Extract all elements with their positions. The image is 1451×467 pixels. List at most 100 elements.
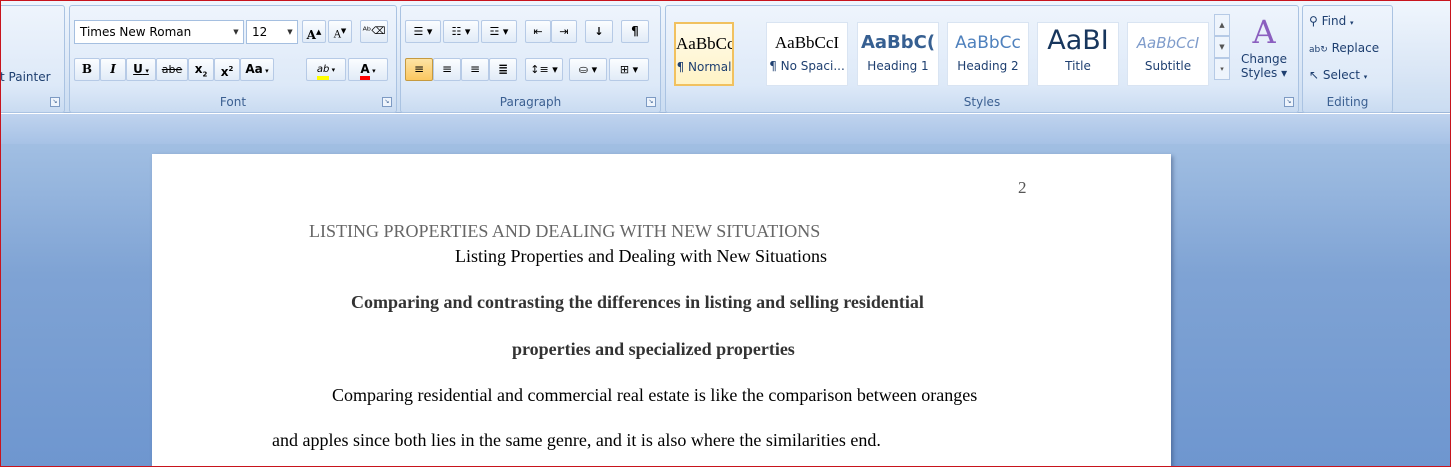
- pilcrow-icon: ¶: [631, 24, 639, 38]
- align-right-icon: ≡: [469, 62, 481, 76]
- highlight-button[interactable]: ab ▾: [306, 58, 346, 81]
- line-spacing-button[interactable]: ↕≡ ▾: [525, 58, 563, 81]
- underline-button[interactable]: U ▾: [126, 58, 156, 81]
- font-size-combo[interactable]: 12 ▼: [246, 20, 298, 44]
- select-button[interactable]: ↖ Select ▾: [1309, 68, 1367, 82]
- strikethrough-button[interactable]: abe: [156, 58, 188, 81]
- clear-formatting-button[interactable]: ᴬᵇ⌫: [360, 20, 388, 43]
- chevron-down-icon[interactable]: ▼: [283, 21, 297, 43]
- align-right-button[interactable]: ≡: [461, 58, 489, 81]
- styles-scroll: ▲ ▼ ▾: [1214, 14, 1230, 82]
- body-paragraph-line-2: and apples since both lies in the same g…: [272, 430, 881, 450]
- style-preview: AaBbCcI: [1136, 34, 1200, 52]
- style-heading-1[interactable]: AaBbC( Heading 1: [857, 22, 939, 86]
- font-color-button[interactable]: A ▾: [348, 58, 388, 81]
- style-preview: AaBbC(: [860, 32, 936, 53]
- font-launcher-icon[interactable]: ↘: [382, 97, 392, 107]
- underline-icon: U: [133, 62, 143, 76]
- change-case-button[interactable]: Aa ▾: [240, 58, 274, 81]
- bold-button[interactable]: B: [74, 58, 100, 81]
- numbering-icon: ☷ ▾: [451, 25, 471, 38]
- italic-button[interactable]: I: [100, 58, 126, 81]
- align-left-icon: ≡: [413, 62, 425, 76]
- highlight-icon: ab: [316, 64, 330, 80]
- sort-button[interactable]: ↓: [585, 20, 613, 43]
- running-head: LISTING PROPERTIES AND DEALING WITH NEW …: [309, 221, 821, 241]
- justify-button[interactable]: ≣: [489, 58, 517, 81]
- more-styles-icon[interactable]: ▾: [1214, 58, 1230, 80]
- style-preview: AaBI: [1047, 25, 1109, 56]
- style-heading-2[interactable]: AaBbCc Heading 2: [947, 22, 1029, 86]
- increase-indent-icon: ⇥: [559, 25, 569, 38]
- replace-icon: ab↻: [1309, 45, 1328, 55]
- subscript-button[interactable]: x2: [188, 58, 214, 81]
- paint-bucket-icon: ⛀ ▾: [578, 63, 598, 76]
- styles-launcher-icon[interactable]: ↘: [1284, 97, 1294, 107]
- font-name-value: Times New Roman: [80, 25, 192, 39]
- font-color-icon: A: [360, 63, 370, 80]
- font-group: Times New Roman ▼ 12 ▼ A▲ A▼ ᴬᵇ⌫ B I U ▾…: [69, 5, 397, 113]
- clear-format-icon: ᴬᵇ⌫: [362, 26, 386, 37]
- styles-group: AaBbCcI ¶ Normal AaBbCcI ¶ No Spaci... A…: [665, 5, 1299, 113]
- justify-icon: ≣: [497, 62, 509, 76]
- shrink-font-button[interactable]: A▼: [328, 20, 352, 43]
- editing-group-label: Editing: [1326, 95, 1369, 109]
- align-center-icon: ≡: [441, 62, 453, 76]
- document-title: Listing Properties and Dealing with New …: [455, 246, 827, 266]
- grow-font-button[interactable]: A▲: [302, 20, 326, 43]
- borders-icon: ⊞ ▾: [619, 63, 639, 76]
- shading-button[interactable]: ⛀ ▾: [569, 58, 607, 81]
- style-title[interactable]: AaBI Title: [1037, 22, 1119, 86]
- style-preview: AaBbCcI: [774, 33, 840, 52]
- shrink-font-icon: A: [333, 29, 341, 41]
- align-center-button[interactable]: ≡: [433, 58, 461, 81]
- ribbon: t Painter ↘ Times New Roman ▼ 12 ▼ A▲ A▼…: [1, 1, 1450, 113]
- change-styles-button[interactable]: A Change Styles ▾: [1234, 12, 1294, 92]
- editing-group: ⚲ Find ▾ ab↻ Replace ↖ Select ▾ Editing: [1302, 5, 1393, 113]
- style-preview: AaBbCc: [955, 33, 1021, 53]
- chevron-down-icon[interactable]: ▼: [229, 21, 243, 43]
- style-normal[interactable]: AaBbCcI ¶ Normal: [674, 22, 734, 86]
- replace-label: Replace: [1331, 41, 1380, 55]
- replace-button[interactable]: ab↻ Replace: [1309, 41, 1379, 55]
- line-spacing-icon: ↕≡ ▾: [530, 63, 558, 76]
- scroll-down-icon[interactable]: ▼: [1214, 36, 1230, 58]
- numbering-button[interactable]: ☷ ▾: [443, 20, 479, 43]
- style-name: Heading 2: [957, 59, 1019, 73]
- format-painter-button[interactable]: t Painter: [1, 70, 51, 84]
- workspace-top-band: [1, 114, 1450, 144]
- section-heading-line-1: Comparing and contrasting the difference…: [351, 292, 924, 312]
- sort-icon: ↓: [594, 25, 604, 38]
- show-formatting-button[interactable]: ¶: [621, 20, 649, 43]
- decrease-indent-icon: ⇤: [533, 25, 543, 38]
- select-label: Select: [1322, 68, 1360, 82]
- body-paragraph-line-1: Comparing residential and commercial rea…: [332, 385, 978, 405]
- style-subtitle[interactable]: AaBbCcI Subtitle: [1127, 22, 1209, 86]
- paragraph-group-label: Paragraph: [499, 95, 562, 109]
- decrease-indent-button[interactable]: ⇤: [525, 20, 551, 43]
- increase-indent-button[interactable]: ⇥: [551, 20, 577, 43]
- section-heading-line-2: properties and specialized properties: [512, 339, 795, 359]
- font-name-combo[interactable]: Times New Roman ▼: [74, 20, 244, 44]
- font-size-value: 12: [252, 25, 268, 39]
- style-no-spacing[interactable]: AaBbCcI ¶ No Spaci...: [766, 22, 848, 86]
- binoculars-icon: ⚲: [1309, 14, 1318, 28]
- multilevel-list-button[interactable]: ☲ ▾: [481, 20, 517, 43]
- find-button[interactable]: ⚲ Find ▾: [1309, 14, 1354, 28]
- bullets-icon: ☰ ▾: [413, 25, 433, 38]
- italic-icon: I: [110, 62, 116, 76]
- paragraph-launcher-icon[interactable]: ↘: [646, 97, 656, 107]
- align-left-button[interactable]: ≡: [405, 58, 433, 81]
- clipboard-group: t Painter ↘: [1, 5, 65, 113]
- paragraph-group: ☰ ▾ ☷ ▾ ☲ ▾ ⇤ ⇥ ↓ ¶ ≡ ≡ ≡ ≣ ↕≡ ▾ ⛀ ▾ ⊞ ▾…: [400, 5, 661, 113]
- clipboard-launcher-icon[interactable]: ↘: [50, 97, 60, 107]
- borders-button[interactable]: ⊞ ▾: [609, 58, 649, 81]
- styles-group-label: Styles: [963, 95, 1001, 109]
- superscript-button[interactable]: x2: [214, 58, 240, 81]
- bullets-button[interactable]: ☰ ▾: [405, 20, 441, 43]
- style-name: Heading 1: [867, 59, 929, 73]
- scroll-up-icon[interactable]: ▲: [1214, 14, 1230, 36]
- document-page[interactable]: 2 LISTING PROPERTIES AND DEALING WITH NE…: [152, 154, 1171, 466]
- change-styles-label-2: Styles ▾: [1240, 66, 1288, 80]
- change-case-icon: Aa: [245, 62, 263, 76]
